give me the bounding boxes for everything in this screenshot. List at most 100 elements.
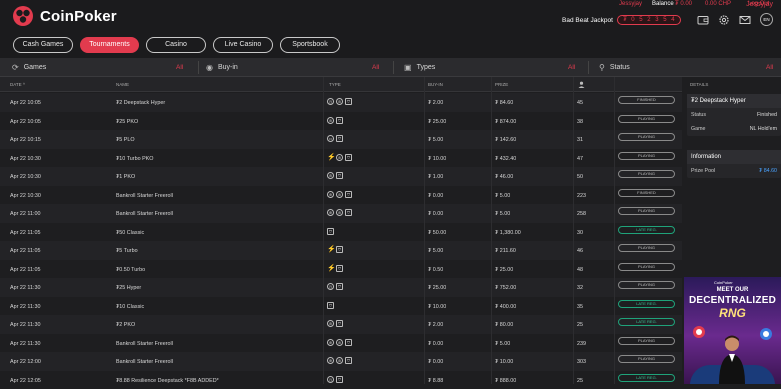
row-date: Apr 22 11:05: [10, 267, 40, 273]
ko-icon: ⊛: [336, 357, 343, 364]
tab-live-casino[interactable]: Live Casino: [213, 37, 273, 53]
logout-link[interactable]: Log Out: [748, 1, 769, 7]
filter-games[interactable]: ⟳ Games All: [12, 58, 188, 77]
top-bar: CoinPoker Jessyjay Jessyjay Balance ₮ 0.…: [0, 0, 781, 58]
table-row[interactable]: Apr 22 11:05₮50 Classic⛉₮ 50.00₮ 1,380.0…: [0, 223, 682, 242]
row-types: ⚡⛉: [327, 246, 343, 253]
username-label[interactable]: Jessyjay: [619, 1, 642, 7]
row-prize: ₮ 25.00: [495, 267, 513, 273]
row-date: Apr 22 11:30: [10, 341, 40, 347]
row-buyin: ₮ 25.00: [428, 119, 446, 125]
ko-icon: ⊛: [327, 172, 334, 179]
info-card: Information Prize Pool ₮ 84.60: [687, 150, 781, 178]
bolt-icon: ⚡: [327, 265, 334, 272]
header-name[interactable]: NAME: [116, 82, 129, 87]
row-name: ₮5 PLO: [116, 137, 135, 143]
detail-row: Status Finished: [687, 108, 781, 122]
row-buyin: ₮ 10.00: [428, 156, 446, 162]
table-row[interactable]: Apr 22 11:30₮10 Classic⛉₮ 10.00₮ 400.003…: [0, 297, 682, 316]
table-row[interactable]: Apr 22 10:30₮1 PKO⊛⛉₮ 1.00₮ 46.0050PLAYI…: [0, 167, 682, 186]
row-players: 31: [577, 137, 583, 143]
table-row[interactable]: Apr 22 11:05₮0.50 Turbo⚡⛉₮ 0.50₮ 25.0048…: [0, 260, 682, 279]
filter-buyin[interactable]: ◉ Buy-in All: [206, 58, 382, 77]
filter-separator: [198, 61, 199, 74]
table-row[interactable]: Apr 22 10:05₮2 Deepstack Hyper◷⊛⛉₮ 2.00₮…: [0, 93, 682, 112]
detail-title: ₮2 Deepstack Hyper: [687, 94, 781, 108]
brand-logo[interactable]: CoinPoker: [12, 5, 117, 27]
jackpot-counter: ₮ 0 5 2 3 5 4: [617, 15, 681, 25]
jackpot-digit: ₮: [622, 17, 628, 23]
wallet-icon[interactable]: [697, 14, 709, 26]
shield-icon: ⛉: [336, 265, 343, 272]
row-buyin: ₮ 1.00: [428, 174, 443, 180]
row-date: Apr 22 11:30: [10, 285, 40, 291]
header-date[interactable]: DATE ^: [10, 82, 25, 87]
header-prize[interactable]: PRIZE: [495, 82, 508, 87]
ko-icon: ⊛: [336, 339, 343, 346]
jackpot-digit: 5: [638, 17, 644, 23]
row-name: ₮0.50 Turbo: [116, 267, 145, 273]
table-row[interactable]: Apr 22 12:00Bankroll Starter Freeroll⊕⊛⛉…: [0, 352, 682, 371]
row-players: 48: [577, 267, 583, 273]
fr-icon: ⊕: [327, 191, 334, 198]
tab-casino[interactable]: Casino: [146, 37, 206, 53]
row-name: ₮10 Classic: [116, 304, 144, 310]
row-prize: ₮ 142.60: [495, 137, 516, 143]
row-types: ⛉: [327, 302, 334, 309]
bolt-icon: ⚡: [327, 246, 334, 253]
players-icon[interactable]: [578, 81, 585, 88]
row-date: Apr 22 11:00: [10, 211, 40, 217]
table-row[interactable]: Apr 22 10:30Bankroll Starter Freeroll⊕⊛⛉…: [0, 186, 682, 205]
shield-icon: ⛉: [336, 135, 343, 142]
table-row[interactable]: Apr 22 10:15₮5 PLO▭⛉₮ 5.00₮ 142.6031PLAY…: [0, 130, 682, 149]
table-row[interactable]: Apr 22 11:05₮5 Turbo⚡⛉₮ 5.00₮ 211.6046PL…: [0, 241, 682, 260]
table-row[interactable]: Apr 22 12:05₮8.88 Resilience Deepstack *…: [0, 371, 682, 389]
status-badge: LATE REG.: [618, 300, 675, 308]
bolt-icon: ⚡: [327, 154, 334, 161]
shield-icon: ⛉: [345, 191, 352, 198]
row-players: 30: [577, 230, 583, 236]
row-date: Apr 22 11:30: [10, 322, 40, 328]
filter-types-label: Types: [417, 64, 436, 71]
fr-icon: ⊕: [327, 209, 334, 216]
table-row[interactable]: Apr 22 11:30₮2 PKO⊛⛉₮ 2.00₮ 80.0025LATE …: [0, 315, 682, 334]
ko-icon: ⊛: [327, 320, 334, 327]
column-divider: [491, 77, 492, 384]
language-selector[interactable]: EN: [760, 13, 773, 26]
detail-label: Status: [691, 112, 706, 118]
filter-bar: ⟳ Games All ◉ Buy-in All ▣ Types All ⚲ S…: [0, 58, 781, 77]
header-type[interactable]: TYPE: [329, 82, 341, 87]
ko-icon: ⊛: [336, 209, 343, 216]
row-players: 25: [577, 322, 583, 328]
chip-icon: [692, 325, 706, 339]
filter-buyin-value: All: [372, 64, 379, 71]
mail-icon[interactable]: [739, 14, 751, 26]
table-row[interactable]: Apr 22 11:30₮25 Hyper◷⛉₮ 25.00₮ 752.0032…: [0, 278, 682, 297]
table-row[interactable]: Apr 22 10:05₮25 PKO⊛⛉₮ 25.00₮ 874.0038PL…: [0, 112, 682, 131]
header-buyin[interactable]: BUY-IN: [428, 82, 443, 87]
tab-cash-games[interactable]: Cash Games: [13, 37, 73, 53]
table-row[interactable]: Apr 22 10:30₮10 Turbo PKO⚡⊛⛉₮ 10.00₮ 432…: [0, 149, 682, 168]
shield-icon: ⛉: [336, 117, 343, 124]
promo-line-3: RNG: [684, 306, 781, 320]
promo-line-2: DECENTRALIZED: [684, 295, 781, 306]
promo-banner[interactable]: CoinPoker MEET OUR DECENTRALIZED RNG: [684, 277, 781, 384]
dealer-illustration: [716, 332, 748, 384]
filter-types[interactable]: ▣ Types All: [404, 58, 580, 77]
tab-sportsbook[interactable]: Sportsbook: [280, 37, 340, 53]
tab-tournaments[interactable]: Tournaments: [80, 37, 139, 53]
brand-name: CoinPoker: [40, 8, 117, 25]
filter-status[interactable]: ⚲ Status All: [599, 58, 775, 77]
row-types: ⊕⊛⛉: [327, 357, 352, 364]
table-row[interactable]: Apr 22 11:00Bankroll Starter Freeroll⊕⊛⛉…: [0, 204, 682, 223]
table-row[interactable]: Apr 22 11:30Bankroll Starter Freeroll⊕⊛⛉…: [0, 334, 682, 353]
settings-icon[interactable]: [718, 14, 730, 26]
row-players: 223: [577, 193, 586, 199]
status-badge: PLAYING: [618, 152, 675, 160]
shield-icon: ⛉: [336, 246, 343, 253]
status-badge: PLAYING: [618, 207, 675, 215]
detail-row: Game NL Hold'em: [687, 122, 781, 136]
jackpot-digit: 4: [670, 17, 676, 23]
row-prize: ₮ 80.00: [495, 322, 513, 328]
row-types: ▭⛉: [327, 135, 343, 142]
